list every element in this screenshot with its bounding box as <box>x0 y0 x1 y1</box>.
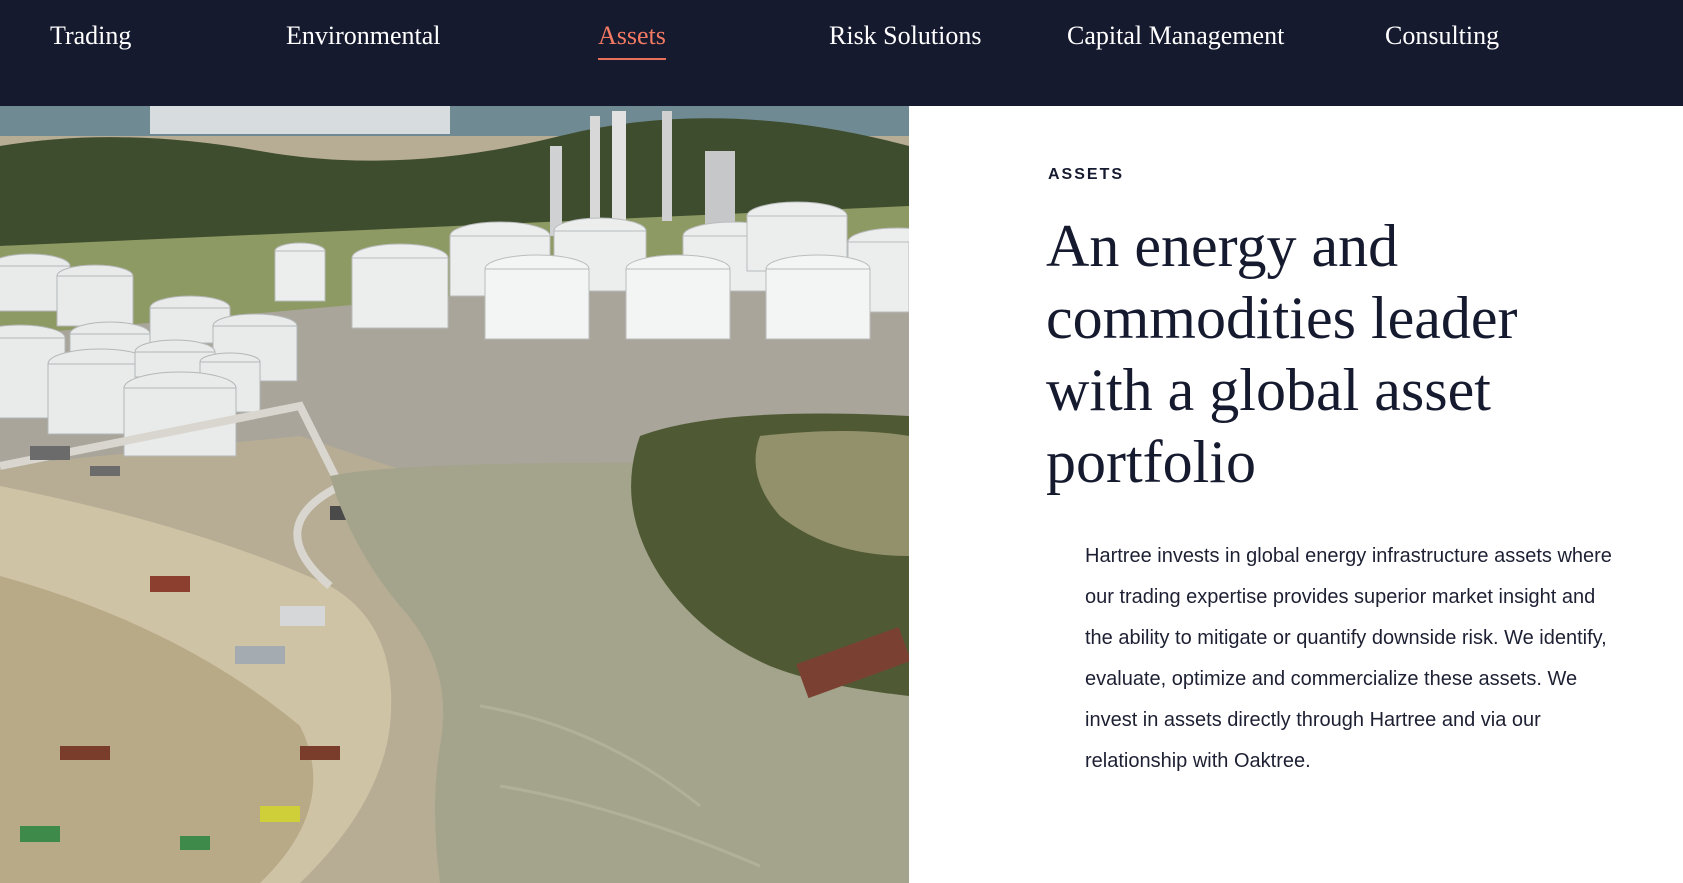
nav-label: Assets <box>598 21 666 50</box>
nav-label: Environmental <box>286 21 441 50</box>
nav-label: Trading <box>50 21 132 50</box>
nav-item-consulting[interactable]: Consulting <box>1385 18 1499 54</box>
nav-label: Risk Solutions <box>829 21 982 50</box>
nav-label: Consulting <box>1385 21 1500 50</box>
nav-item-environmental[interactable]: Environmental <box>286 18 441 54</box>
nav-label: Capital Management <box>1067 21 1285 50</box>
page-headline: An energy and commodities leader with a … <box>1046 213 1518 495</box>
main-nav: Trading Environmental Assets Risk Soluti… <box>0 0 1683 106</box>
aerial-refinery-illustration <box>0 106 909 883</box>
nav-item-capital-management[interactable]: Capital Management <box>1067 18 1284 54</box>
nav-item-assets[interactable]: Assets <box>598 18 666 60</box>
hero-image <box>0 106 909 883</box>
intro-paragraph: Hartree invests in global energy infrast… <box>1085 545 1612 772</box>
nav-item-trading[interactable]: Trading <box>50 18 131 54</box>
assets-intro-section: ASSETS An energy and commodities leader … <box>909 106 1683 883</box>
nav-item-risk-solutions[interactable]: Risk Solutions <box>829 18 981 54</box>
section-eyebrow: ASSETS <box>1048 166 1125 183</box>
